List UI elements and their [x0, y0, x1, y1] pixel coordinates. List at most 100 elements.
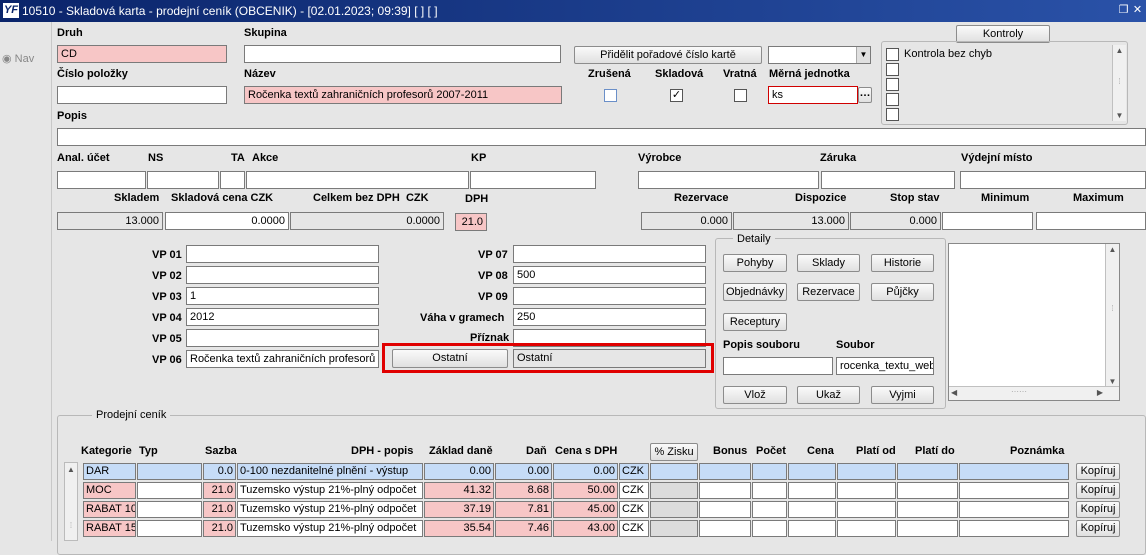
row-dan[interactable]: 8.68 [495, 482, 552, 499]
maximum-field[interactable] [1036, 212, 1146, 230]
row-cena[interactable]: 0.00 [553, 463, 618, 480]
scroll-down-icon[interactable]: ▼ [1113, 111, 1126, 120]
row-cena2[interactable] [788, 463, 836, 480]
vp09-field[interactable] [513, 287, 706, 305]
row-plati-do[interactable] [897, 482, 958, 499]
row-kategorie[interactable]: DAR [83, 463, 136, 480]
kontrola-checkbox[interactable] [886, 93, 899, 106]
zisk-button[interactable]: % Zisku [650, 443, 698, 461]
row-bonus[interactable] [699, 463, 751, 480]
row-zaklad[interactable]: 41.32 [424, 482, 494, 499]
pujcky-button[interactable]: Půjčky [871, 283, 934, 301]
row-cena[interactable]: 50.00 [553, 482, 618, 499]
scroll-right-icon[interactable]: ▶ [1097, 388, 1103, 397]
row-mena[interactable]: CZK [619, 482, 649, 499]
row-pocet[interactable] [752, 520, 787, 537]
row-sazba[interactable]: 21.0 [203, 482, 236, 499]
row-poznamka[interactable] [959, 520, 1069, 537]
ns-field[interactable] [147, 171, 219, 189]
vp02-field[interactable] [186, 266, 379, 284]
zaruka-field[interactable] [821, 171, 955, 189]
row-plati-od[interactable] [837, 501, 896, 518]
popis-field[interactable] [57, 128, 1146, 146]
kopiruj-button[interactable]: Kopíruj [1076, 482, 1120, 499]
skladova-checkbox[interactable]: ✓ [670, 89, 683, 102]
vloz-button[interactable]: Vlož [723, 386, 787, 404]
objednavky-button[interactable]: Objednávky [723, 283, 787, 301]
row-plati-od[interactable] [837, 520, 896, 537]
kontrola-checkbox[interactable] [886, 108, 899, 121]
scroll-up-icon[interactable]: ▲ [1106, 245, 1119, 254]
row-dan[interactable]: 7.46 [495, 520, 552, 537]
row-pocet[interactable] [752, 501, 787, 518]
vyjmi-button[interactable]: Vyjmi [871, 386, 934, 404]
row-plati-do[interactable] [897, 501, 958, 518]
row-plati-od[interactable] [837, 482, 896, 499]
rezervace-button[interactable]: Rezervace [797, 283, 860, 301]
row-typ[interactable] [137, 482, 202, 499]
vratna-checkbox[interactable] [734, 89, 747, 102]
vp01-field[interactable] [186, 245, 379, 263]
vp07-field[interactable] [513, 245, 706, 263]
row-cena[interactable]: 43.00 [553, 520, 618, 537]
row-mena[interactable]: CZK [619, 463, 649, 480]
vp04-field[interactable]: 2012 [186, 308, 379, 326]
soubor-field[interactable]: rocenka_textu_web [836, 357, 934, 375]
mj-field[interactable]: ks [768, 86, 858, 104]
nazev-field[interactable]: Ročenka textů zahraničních profesorů 200… [244, 86, 562, 104]
row-typ[interactable] [137, 463, 202, 480]
popis-souboru-field[interactable] [723, 357, 833, 375]
row-typ[interactable] [137, 501, 202, 518]
vydejni-field[interactable] [960, 171, 1146, 189]
row-poznamka[interactable] [959, 482, 1069, 499]
row-mena[interactable]: CZK [619, 501, 649, 518]
kp-field[interactable] [470, 171, 596, 189]
vp03-field[interactable]: 1 [186, 287, 379, 305]
vaha-field[interactable]: 250 [513, 308, 706, 326]
ta-field[interactable] [220, 171, 245, 189]
row-dph[interactable]: Tuzemsko výstup 21%-plný odpočet [237, 520, 423, 537]
row-cena2[interactable] [788, 482, 836, 499]
scroll-grip-icon[interactable]: ⁞ [65, 521, 77, 530]
minimum-field[interactable] [942, 212, 1033, 230]
row-kategorie[interactable]: RABAT 10 [83, 501, 136, 518]
druh-field[interactable]: CD [57, 45, 227, 63]
pricelist-scrollbar[interactable]: ▲ ⁞ [64, 462, 78, 541]
restore-icon[interactable]: ❐ [1117, 4, 1130, 16]
row-bonus[interactable] [699, 501, 751, 518]
kopiruj-button[interactable]: Kopíruj [1076, 520, 1120, 537]
zrusena-checkbox[interactable] [604, 89, 617, 102]
row-dan[interactable]: 7.81 [495, 501, 552, 518]
skupina-field[interactable] [244, 45, 561, 63]
row-cena[interactable]: 45.00 [553, 501, 618, 518]
row-zaklad[interactable]: 35.54 [424, 520, 494, 537]
row-sazba[interactable]: 0.0 [203, 463, 236, 480]
row-pocet[interactable] [752, 463, 787, 480]
scroll-up-icon[interactable]: ▲ [65, 465, 77, 474]
skladova-cena-field[interactable]: 0.0000 [165, 212, 289, 230]
kopiruj-button[interactable]: Kopíruj [1076, 463, 1120, 480]
kontroly-scrollbar[interactable]: ▲ ⁞ ▼ [1112, 45, 1126, 121]
sklady-button[interactable]: Sklady [797, 254, 860, 272]
row-zaklad[interactable]: 37.19 [424, 501, 494, 518]
row-zisk[interactable] [650, 520, 698, 537]
kontrola-checkbox[interactable] [886, 78, 899, 91]
row-cena2[interactable] [788, 520, 836, 537]
cislo-field[interactable] [57, 86, 227, 104]
row-mena[interactable]: CZK [619, 520, 649, 537]
scroll-down-icon[interactable]: ▼ [1106, 377, 1119, 386]
row-kategorie[interactable]: RABAT 15 [83, 520, 136, 537]
vyrobce-field[interactable] [638, 171, 819, 189]
scroll-grip-icon[interactable]: ⋯⋯ [1011, 387, 1027, 396]
combo-select[interactable]: ▼ [768, 46, 871, 64]
row-zaklad[interactable]: 0.00 [424, 463, 494, 480]
ukaz-button[interactable]: Ukaž [797, 386, 860, 404]
row-bonus[interactable] [699, 520, 751, 537]
scroll-up-icon[interactable]: ▲ [1113, 46, 1126, 55]
row-dph[interactable]: 0-100 nezdanitelné plnění - výstup [237, 463, 423, 480]
preview-hscrollbar[interactable]: ◀ ⋯⋯ ▶ [949, 386, 1119, 400]
scroll-left-icon[interactable]: ◀ [951, 388, 957, 397]
pohyby-button[interactable]: Pohyby [723, 254, 787, 272]
row-typ[interactable] [137, 520, 202, 537]
row-dan[interactable]: 0.00 [495, 463, 552, 480]
